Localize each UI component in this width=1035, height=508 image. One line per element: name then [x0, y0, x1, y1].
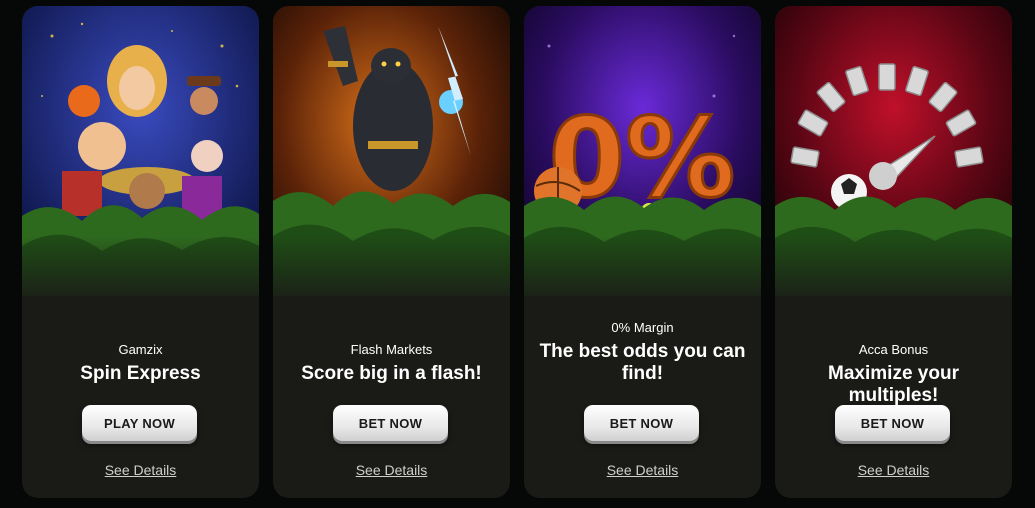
card-text: 0% Margin The best odds you can find! [524, 320, 761, 385]
see-details-link[interactable]: See Details [273, 462, 510, 478]
promo-card-row: Gamzix Spin Express PLAY NOW See Details [0, 0, 1035, 508]
bet-now-button[interactable]: BET NOW [835, 405, 950, 441]
see-details-link[interactable]: See Details [775, 462, 1012, 478]
bet-now-button[interactable]: BET NOW [333, 405, 448, 441]
promo-card-acca-bonus[interactable]: Acca Bonus Maximize your multiples! BET … [775, 6, 1012, 498]
play-now-button[interactable]: PLAY NOW [82, 405, 197, 441]
card-headline: Spin Express [80, 363, 201, 384]
see-details-link[interactable]: See Details [22, 462, 259, 478]
card-text: Flash Markets Score big in a flash! [273, 342, 510, 385]
see-details-link[interactable]: See Details [524, 462, 761, 478]
card-subtitle: 0% Margin [611, 320, 674, 335]
card-headline: Score big in a flash! [301, 363, 482, 384]
promo-card-flash-markets[interactable]: Flash Markets Score big in a flash! BET … [273, 6, 510, 498]
card-text: Gamzix Spin Express [22, 342, 259, 385]
card-headline: The best odds you can find! [539, 341, 746, 384]
card-subtitle: Acca Bonus [858, 342, 929, 357]
promo-card-spin-express[interactable]: Gamzix Spin Express PLAY NOW See Details [22, 6, 259, 498]
promo-card-zero-margin[interactable]: 0% 0% Margin The best odds you can find!… [524, 6, 761, 498]
card-subtitle: Flash Markets [350, 342, 433, 357]
card-headline: Maximize your multiples! [828, 363, 959, 406]
bet-now-button[interactable]: BET NOW [584, 405, 699, 441]
card-subtitle: Gamzix [118, 342, 163, 357]
card-text: Acca Bonus Maximize your multiples! [775, 342, 1012, 407]
